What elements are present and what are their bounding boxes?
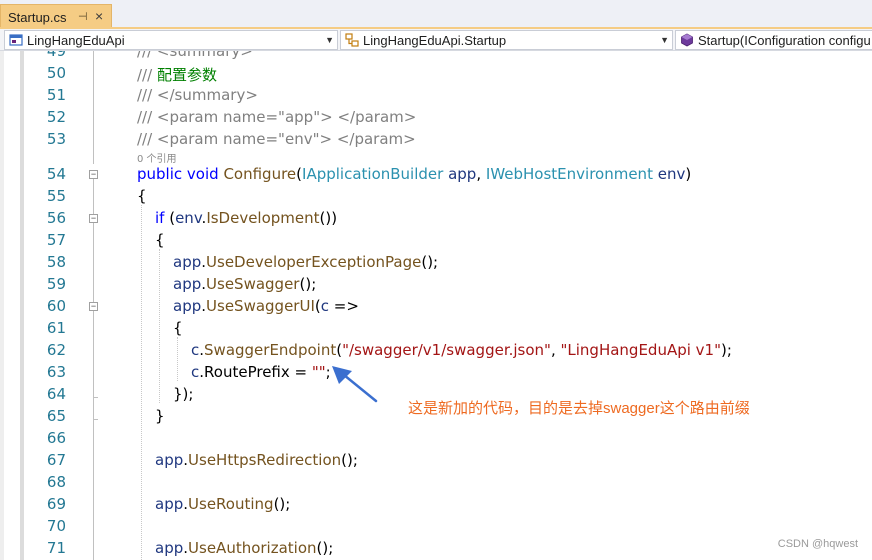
document-tab-strip: Startup.cs ⊣ ×: [0, 0, 872, 29]
csharp-project-icon: [9, 34, 23, 46]
line-number: 54: [46, 165, 66, 183]
indent-guide: [177, 337, 178, 381]
line-number: 63: [46, 363, 66, 381]
project-dropdown[interactable]: LingHangEduApi ▼: [4, 30, 338, 50]
indent-guide: [159, 249, 160, 403]
code-line-50: /// 配置参数: [137, 66, 217, 84]
code-line-67: app.UseHttpsRedirection();: [155, 451, 358, 469]
line-number: 56: [46, 209, 66, 227]
line-number: 58: [46, 253, 66, 271]
method-icon: [681, 33, 693, 47]
code-line-64: });: [173, 385, 194, 403]
change-tracking-bar: [20, 51, 24, 560]
editor-margin: [0, 51, 4, 560]
code-line-52: /// <param name="app"> </param>: [137, 108, 417, 126]
tab-label: Startup.cs: [8, 10, 67, 25]
code-line-54: public void Configure(IApplicationBuilde…: [137, 165, 692, 183]
line-number: 61: [46, 319, 66, 337]
line-number: 49: [46, 51, 66, 60]
code-line-61: {: [173, 319, 183, 337]
collapse-toggle[interactable]: −: [89, 214, 98, 223]
watermark: CSDN @hqwest: [777, 538, 858, 550]
class-label: LingHangEduApi.Startup: [363, 33, 507, 48]
codelens-references[interactable]: 0 个引用: [137, 150, 177, 165]
line-number: 53: [46, 130, 66, 148]
navigation-bar: LingHangEduApi ▼ LingHangEduApi.Startup …: [0, 29, 872, 51]
code-line-63: c.RoutePrefix = "";: [191, 363, 331, 381]
tab-startup-cs[interactable]: Startup.cs ⊣ ×: [0, 4, 112, 29]
line-number: 52: [46, 108, 66, 126]
line-number: 55: [46, 187, 66, 205]
code-line-60: app.UseSwaggerUI(c =>: [173, 297, 359, 315]
member-label: Startup(IConfiguration configu: [698, 33, 871, 48]
line-number: 65: [46, 407, 66, 425]
code-line-65: }: [155, 407, 165, 425]
line-number: 71: [46, 539, 66, 557]
chevron-down-icon: ▼: [660, 35, 669, 45]
pin-icon[interactable]: ⊣: [78, 10, 88, 23]
code-line-57: {: [155, 231, 165, 249]
fold-end-tick: [93, 419, 98, 420]
annotation-arrow: [332, 366, 378, 403]
fold-end-tick: [93, 397, 98, 398]
code-line-69: app.UseRouting();: [155, 495, 291, 513]
line-number: 51: [46, 86, 66, 104]
code-line-55: {: [137, 187, 147, 205]
code-line-56: if (env.IsDevelopment()): [155, 209, 338, 227]
code-line-49: /// <summary>: [137, 51, 253, 60]
collapse-toggle[interactable]: −: [89, 170, 98, 179]
line-number: 70: [46, 517, 66, 535]
code-line-71: app.UseAuthorization();: [155, 539, 334, 557]
line-number: 50: [46, 64, 66, 82]
code-line-59: app.UseSwagger();: [173, 275, 317, 293]
member-dropdown[interactable]: Startup(IConfiguration configu: [675, 30, 872, 50]
fold-line: [93, 223, 94, 302]
class-icon: [345, 33, 359, 47]
line-number: 60: [46, 297, 66, 315]
line-number: 62: [46, 341, 66, 359]
fold-line: [93, 179, 94, 214]
collapse-toggle[interactable]: −: [89, 302, 98, 311]
fold-line: [93, 51, 94, 164]
close-icon[interactable]: ×: [95, 8, 103, 24]
indent-guide: [141, 205, 142, 560]
annotation-text: 这是新加的代码，目的是去掉swagger这个路由前缀: [408, 400, 750, 417]
line-number: 57: [46, 231, 66, 249]
line-number: 59: [46, 275, 66, 293]
fold-line: [93, 311, 94, 560]
line-number: 69: [46, 495, 66, 513]
project-label: LingHangEduApi: [27, 33, 125, 48]
code-line-53: /// <param name="env"> </param>: [137, 130, 416, 148]
line-number: 66: [46, 429, 66, 447]
code-line-58: app.UseDeveloperExceptionPage();: [173, 253, 439, 271]
class-dropdown[interactable]: LingHangEduApi.Startup ▼: [340, 30, 673, 50]
code-line-51: /// </summary>: [137, 86, 258, 104]
code-editor[interactable]: 49 /// <summary> 50 51 52 53 54 55 56 57…: [0, 51, 872, 560]
chevron-down-icon: ▼: [325, 35, 334, 45]
code-line-62: c.SwaggerEndpoint("/swagger/v1/swagger.j…: [191, 341, 732, 359]
line-number: 68: [46, 473, 66, 491]
line-number: 67: [46, 451, 66, 469]
line-number: 64: [46, 385, 66, 403]
